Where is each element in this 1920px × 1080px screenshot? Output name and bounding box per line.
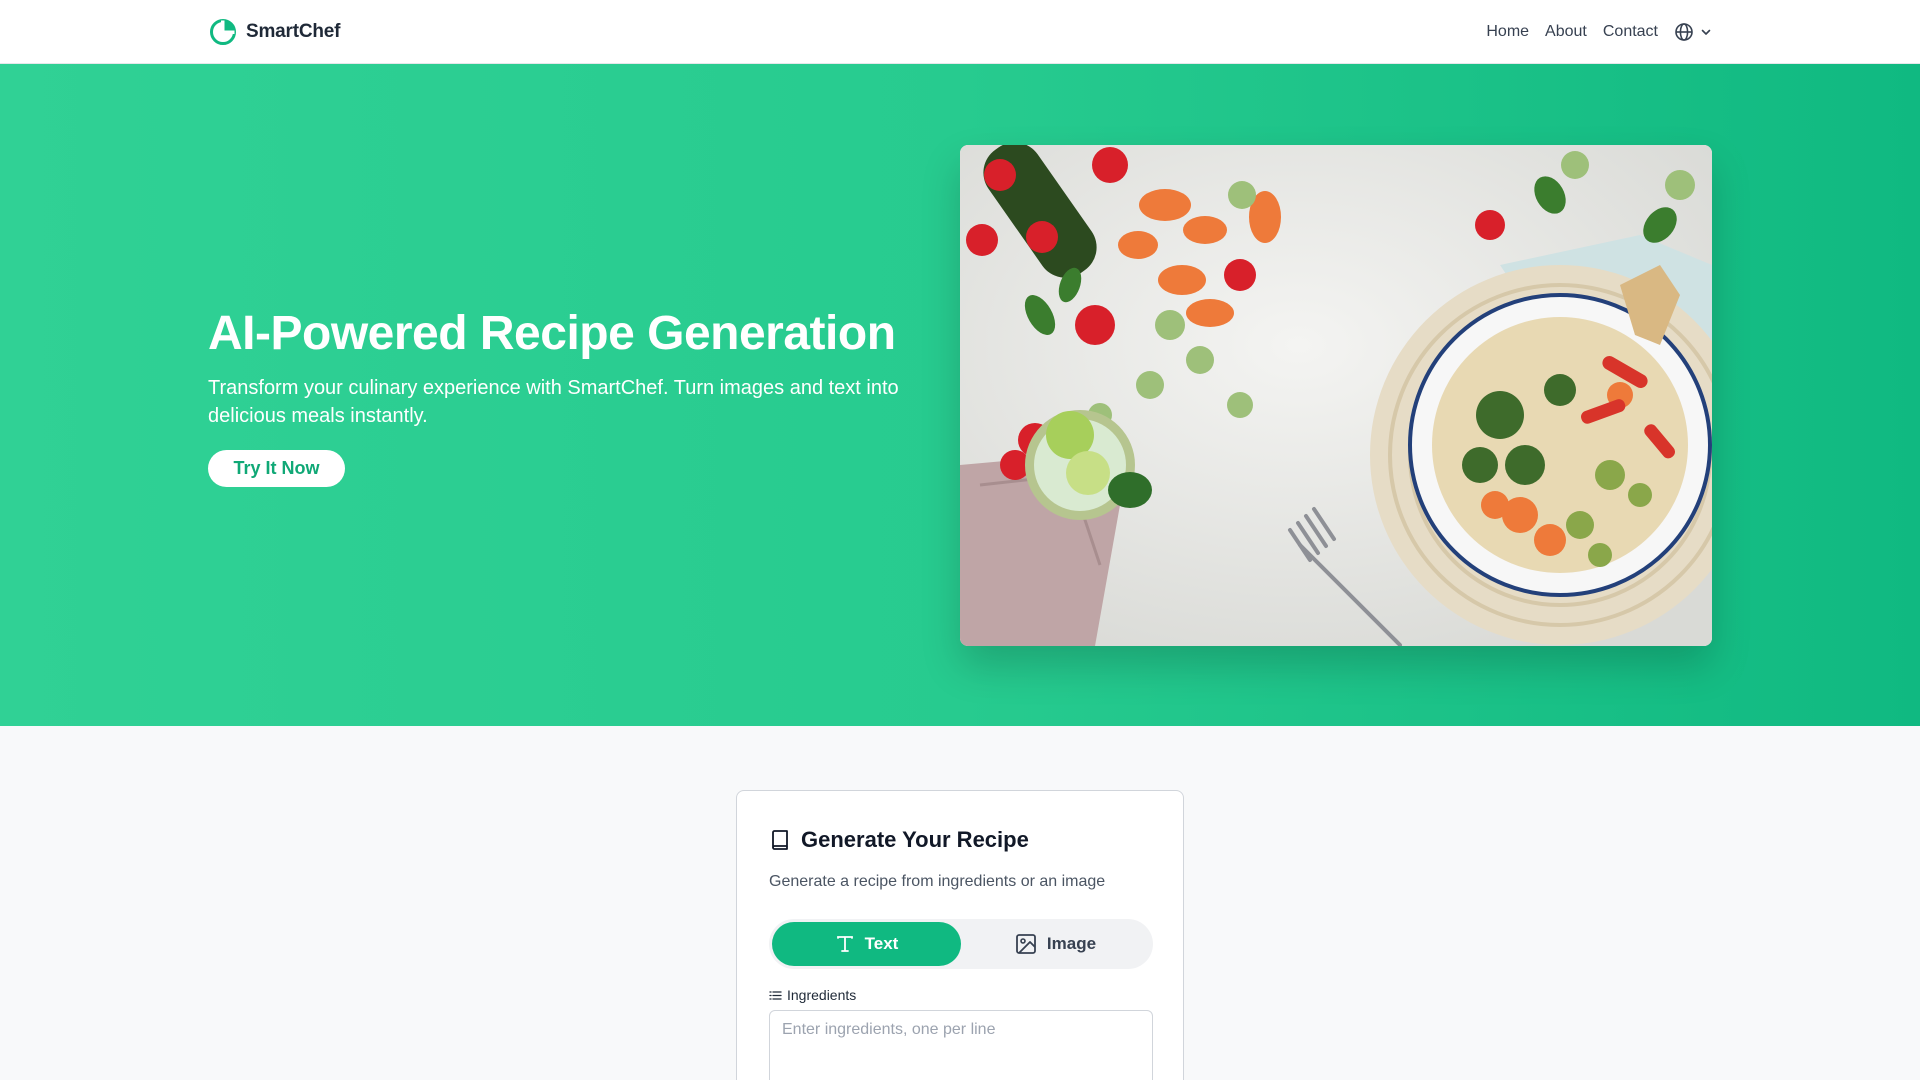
hero-title: AI-Powered Recipe Generation bbox=[208, 307, 896, 360]
nav-about-link[interactable]: About bbox=[1545, 23, 1587, 41]
card-title: Generate Your Recipe bbox=[801, 827, 1029, 852]
text-icon bbox=[836, 936, 853, 952]
input-mode-toggle: Text Image bbox=[769, 919, 1153, 969]
hero-section: AI-Powered Recipe Generation Transform y… bbox=[0, 64, 1920, 726]
text-mode-tab[interactable]: Text bbox=[772, 922, 961, 966]
card-description: Generate a recipe from ingredients or an… bbox=[769, 873, 1106, 890]
navbar: SmartChef Home About Contact bbox=[0, 0, 1920, 64]
image-mode-label: Image bbox=[1046, 934, 1097, 953]
nav-links: Home About Contact bbox=[1486, 20, 1712, 44]
ingredients-input[interactable] bbox=[769, 1010, 1153, 1080]
try-it-now-button[interactable]: Try It Now bbox=[208, 450, 345, 487]
nav-home-link[interactable]: Home bbox=[1486, 23, 1529, 41]
food-photo bbox=[960, 145, 1712, 646]
ingredients-label-text: Ingredients bbox=[787, 987, 857, 1003]
chevron-down-icon bbox=[1701, 29, 1711, 35]
brand-logo-icon bbox=[210, 19, 236, 45]
language-selector[interactable] bbox=[1674, 22, 1712, 42]
brand-name: SmartChef bbox=[246, 21, 341, 42]
hero-subtitle: Transform your culinary experience with … bbox=[208, 377, 899, 427]
ingredients-label: Ingredients bbox=[769, 987, 856, 1003]
image-icon bbox=[1016, 934, 1036, 954]
card-header: Generate Your Recipe bbox=[769, 827, 1029, 853]
image-mode-tab[interactable]: Image bbox=[961, 922, 1150, 966]
globe-icon bbox=[1675, 23, 1693, 41]
hero-food-image bbox=[960, 145, 1712, 646]
brand[interactable]: SmartChef bbox=[208, 16, 340, 48]
book-icon bbox=[772, 830, 788, 850]
list-icon bbox=[769, 990, 782, 1000]
recipe-generator-card: Generate Your Recipe Generate a recipe f… bbox=[736, 790, 1184, 1080]
text-mode-label: Text bbox=[864, 934, 899, 953]
nav-contact-link[interactable]: Contact bbox=[1603, 23, 1658, 41]
